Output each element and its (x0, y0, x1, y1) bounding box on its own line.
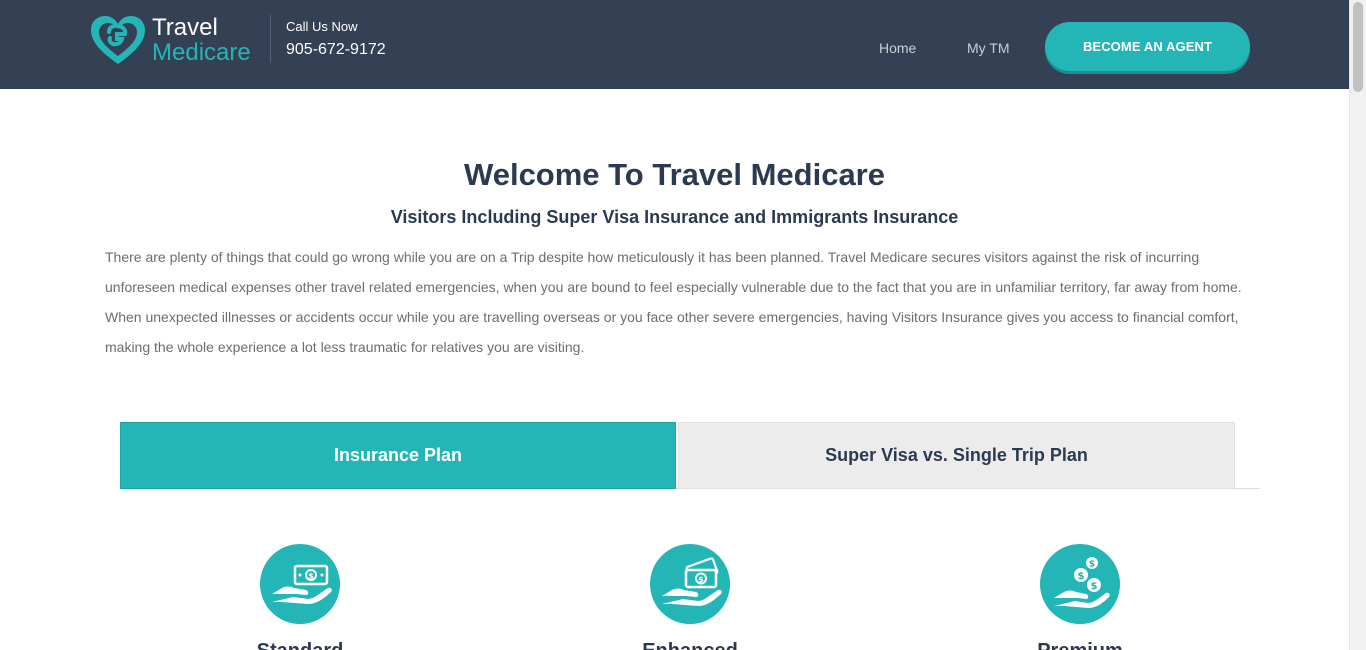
become-agent-button[interactable]: BECOME AN AGENT (1045, 22, 1250, 71)
plan-label: Standard (200, 640, 400, 650)
plan-tabs: Insurance Plan Super Visa vs. Single Tri… (120, 422, 1260, 489)
tab-super-visa-vs-single-trip[interactable]: Super Visa vs. Single Trip Plan (678, 422, 1235, 489)
nav-home[interactable]: Home (879, 40, 916, 56)
call-us-block: Call Us Now 905-672-9172 (286, 19, 386, 59)
svg-text:$: $ (1078, 571, 1085, 582)
phone-number[interactable]: 905-672-9172 (286, 41, 386, 59)
svg-text:$: $ (1091, 581, 1098, 592)
logo-line1: Travel (152, 14, 218, 41)
logo-text: Travel Medicare (152, 16, 251, 65)
plan-label: Enhanced (590, 640, 790, 650)
site-header: Travel Medicare Call Us Now 905-672-9172… (0, 0, 1349, 89)
page-title: Welcome To Travel Medicare (464, 157, 885, 192)
logo-line2: Medicare (152, 39, 251, 66)
page-scrollbar[interactable] (1349, 0, 1366, 650)
intro-paragraph: There are plenty of things that could go… (105, 249, 1242, 355)
header-divider (270, 15, 271, 63)
plan-card[interactable]: $ $ $ Premium (1037, 544, 1123, 650)
hand-money-stack-icon: $ (650, 544, 730, 624)
logo[interactable]: Travel Medicare (89, 14, 264, 68)
hand-coins-icon: $ $ $ (1040, 544, 1120, 624)
tab-insurance-plan[interactable]: Insurance Plan (120, 422, 676, 489)
call-us-label: Call Us Now (286, 19, 358, 34)
nav-my-tm[interactable]: My TM (967, 40, 1010, 56)
plan-card[interactable]: $ Standard (257, 544, 343, 650)
plan-label: Premium (980, 640, 1180, 650)
page-subtitle: Visitors Including Super Visa Insurance … (390, 207, 959, 227)
heart-logo-icon (91, 16, 145, 64)
plan-card[interactable]: $ Enhanced (642, 544, 738, 650)
scrollbar-thumb[interactable] (1353, 2, 1363, 92)
hand-cash-icon: $ (260, 544, 340, 624)
svg-text:$: $ (1089, 560, 1095, 570)
svg-text:$: $ (698, 575, 704, 584)
svg-text:$: $ (308, 572, 314, 581)
